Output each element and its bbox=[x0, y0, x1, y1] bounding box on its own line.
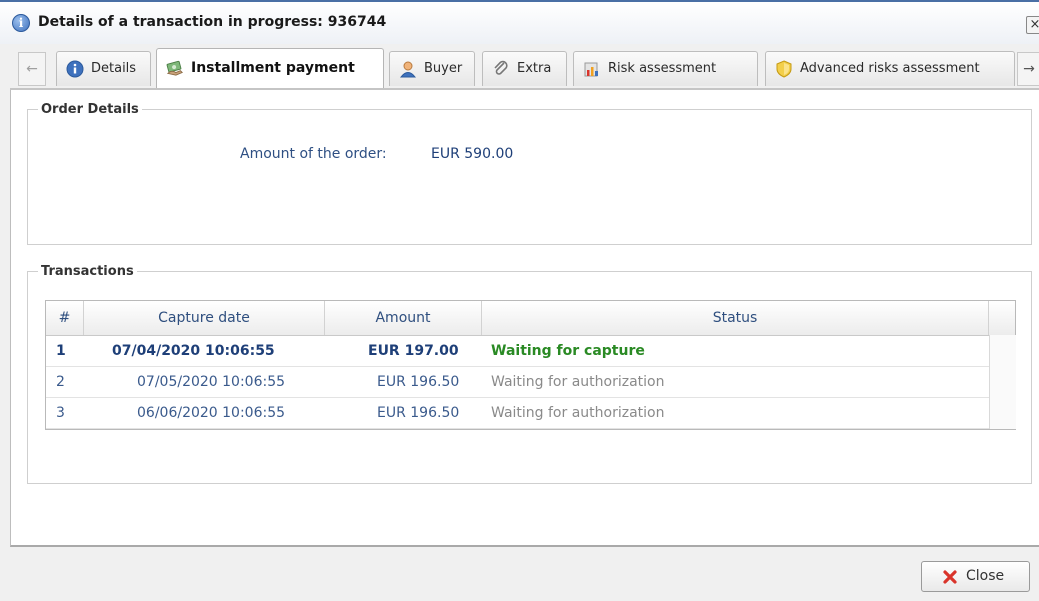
tab-advanced-risks-assessment[interactable]: Advanced risks assessment bbox=[765, 51, 1015, 86]
table-row[interactable]: 1 07/04/2020 10:06:55 EUR 197.00 Waiting… bbox=[46, 336, 989, 367]
tab-label: Buyer bbox=[424, 61, 463, 76]
row-number: 1 bbox=[56, 343, 66, 359]
info-icon: i bbox=[12, 14, 30, 32]
table-row[interactable]: 2 07/05/2020 10:06:55 EUR 196.50 Waiting… bbox=[46, 367, 989, 398]
dialog-title: Details of a transaction in progress: 93… bbox=[38, 14, 387, 30]
shield-icon bbox=[776, 60, 792, 78]
tab-risk-assessment[interactable]: Risk assessment bbox=[573, 51, 758, 86]
order-details-legend: Order Details bbox=[41, 102, 139, 117]
tab-label: Risk assessment bbox=[608, 61, 717, 76]
transactions-legend: Transactions bbox=[41, 264, 134, 279]
info-icon bbox=[66, 60, 84, 78]
installment-icon bbox=[166, 60, 183, 76]
close-button-label: Close bbox=[966, 568, 1005, 584]
tab-extra[interactable]: Extra bbox=[482, 51, 567, 86]
tab-label: Advanced risks assessment bbox=[800, 61, 980, 76]
row-status: Waiting for authorization bbox=[491, 374, 665, 390]
column-header-spacer bbox=[989, 301, 1015, 335]
row-amount: EUR 197.00 bbox=[368, 343, 459, 359]
column-header-amount[interactable]: Amount bbox=[325, 301, 482, 335]
tab-details[interactable]: Details bbox=[56, 51, 151, 86]
table-row[interactable]: 3 06/06/2020 10:06:55 EUR 196.50 Waiting… bbox=[46, 398, 989, 429]
tab-label: Details bbox=[91, 61, 137, 76]
row-status: Waiting for authorization bbox=[491, 405, 665, 421]
row-capture-date: 06/06/2020 10:06:55 bbox=[137, 405, 286, 421]
tab-scroll-left-button[interactable]: ← bbox=[18, 52, 46, 86]
tab-scroll-right-button[interactable]: → bbox=[1017, 52, 1039, 86]
tab-installment-payment[interactable]: Installment payment bbox=[156, 48, 384, 90]
table-scroll-gutter bbox=[989, 335, 1016, 429]
order-amount-value: EUR 590.00 bbox=[431, 146, 514, 162]
order-amount-label: Amount of the order: bbox=[240, 146, 387, 162]
tab-strip: ← Details Installment payment Buyer Extr… bbox=[10, 48, 1039, 90]
tab-label: Installment payment bbox=[191, 60, 355, 76]
table-header: # Capture date Amount Status bbox=[46, 301, 1015, 336]
paperclip-icon bbox=[494, 60, 508, 75]
tab-label: Extra bbox=[517, 61, 552, 76]
buyer-icon bbox=[399, 61, 417, 78]
column-header-number[interactable]: # bbox=[46, 301, 84, 335]
tab-buyer[interactable]: Buyer bbox=[389, 51, 475, 86]
row-amount: EUR 196.50 bbox=[377, 374, 460, 390]
row-number: 3 bbox=[56, 405, 65, 421]
close-icon bbox=[943, 570, 957, 584]
row-amount: EUR 196.50 bbox=[377, 405, 460, 421]
row-capture-date: 07/05/2020 10:06:55 bbox=[137, 374, 286, 390]
row-number: 2 bbox=[56, 374, 65, 390]
risk-chart-icon bbox=[584, 62, 598, 77]
dialog-titlebar: i Details of a transaction in progress: … bbox=[0, 0, 1039, 44]
row-status: Waiting for capture bbox=[491, 343, 645, 359]
column-header-status[interactable]: Status bbox=[482, 301, 989, 335]
transactions-table: # Capture date Amount Status 1 07/04/202… bbox=[45, 300, 1016, 430]
close-button[interactable]: Close bbox=[921, 561, 1030, 592]
column-header-capture-date[interactable]: Capture date bbox=[84, 301, 325, 335]
title-close-button[interactable]: × bbox=[1026, 16, 1039, 34]
row-capture-date: 07/04/2020 10:06:55 bbox=[112, 343, 275, 359]
order-details-fieldset: Order Details bbox=[27, 102, 1032, 245]
